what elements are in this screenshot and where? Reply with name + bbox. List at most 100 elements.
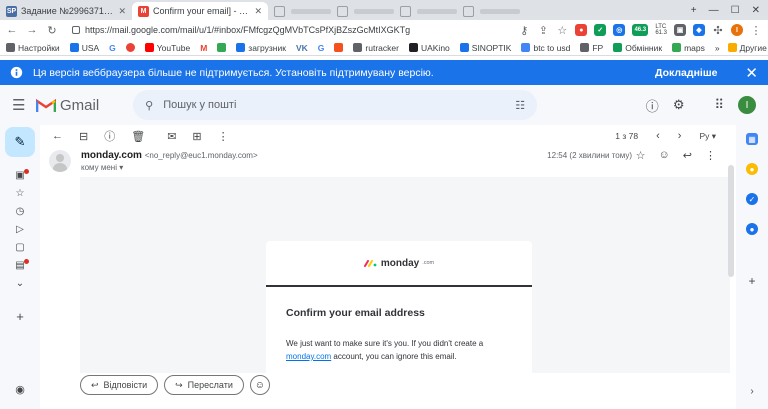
newer-chevron-icon[interactable]: ‹ xyxy=(656,130,660,142)
bookmark-item[interactable]: maps xyxy=(672,43,705,53)
more-options-icon[interactable]: ⋮ xyxy=(218,130,229,143)
bookmark-item[interactable]: Обмінник xyxy=(613,43,662,53)
star-icon[interactable]: ☆ xyxy=(636,149,646,162)
browser-tab-gmail[interactable]: M Confirm your email] - blackhole0 ✕ xyxy=(132,2,268,20)
recipient-toggle[interactable]: кому мені ▾ xyxy=(81,163,123,172)
bookmark-item[interactable]: btc to usd xyxy=(521,43,570,53)
background-tabs[interactable] xyxy=(268,2,683,20)
ltc-widget[interactable]: LTC 61.3 xyxy=(655,24,667,36)
profile-icon[interactable]: I xyxy=(731,24,743,36)
monday-link[interactable]: monday.com xyxy=(286,352,331,361)
ext-blue-icon[interactable]: ◎ xyxy=(613,24,626,36)
more-icon[interactable]: ⋮ xyxy=(705,149,716,162)
message-header: monday.com <no_reply@euc1.monday.com> ко… xyxy=(40,147,736,177)
star-icon[interactable]: ☆ xyxy=(556,24,568,37)
expand-panel-icon[interactable]: › xyxy=(746,385,758,397)
main-menu-icon[interactable]: ☰ xyxy=(12,96,26,114)
search-options-icon[interactable]: ☷ xyxy=(515,99,525,112)
ext-gray-icon[interactable]: ▣ xyxy=(674,24,686,36)
bookmark-item[interactable] xyxy=(334,43,344,52)
bookmark-item[interactable]: G xyxy=(109,43,116,53)
reply-button[interactable]: ↩ Відповісти xyxy=(80,375,159,395)
settings-gear-icon[interactable]: ⚙ xyxy=(673,97,685,113)
browser-tab-task[interactable]: SP Задание №2996371 - просмотр з ✕ xyxy=(0,2,132,20)
emoji-button[interactable]: ☺ xyxy=(249,375,270,395)
browser-menu-icon[interactable]: ⋮ xyxy=(750,24,762,37)
report-spam-icon[interactable]: ⓘ xyxy=(104,128,115,144)
puzzle-icon[interactable]: ✣ xyxy=(712,24,724,37)
tasks-icon[interactable]: ✓ xyxy=(746,193,758,205)
sent-icon[interactable]: ▷ xyxy=(13,224,27,235)
account-avatar[interactable]: I xyxy=(738,96,756,114)
archive-icon[interactable]: ⊟ xyxy=(79,130,88,143)
add-label-icon[interactable]: + xyxy=(13,309,27,324)
reply-icon[interactable]: ↩ xyxy=(683,149,692,162)
banner-close-icon[interactable]: ✕ xyxy=(745,64,758,82)
snoozed-icon[interactable]: ◷ xyxy=(13,206,27,217)
sender-name[interactable]: monday.com xyxy=(81,150,142,161)
more-chevron-down-icon[interactable]: ⌄ xyxy=(13,278,27,289)
close-tab-icon[interactable]: ✕ xyxy=(254,6,262,17)
forward-button[interactable]: ↪ Переслати xyxy=(164,375,244,395)
delete-icon[interactable]: 🗑 xyxy=(131,130,145,143)
banner-more-link[interactable]: Докладніше xyxy=(655,67,717,79)
reload-icon[interactable]: ↻ xyxy=(46,24,58,37)
minimize-icon[interactable]: — xyxy=(709,5,719,16)
bookmark-label: maps xyxy=(684,42,705,53)
back-to-inbox-icon[interactable]: ← xyxy=(52,130,63,142)
calendar-icon[interactable]: ▦ xyxy=(746,133,758,145)
bookmark-label: SINOPTIK xyxy=(471,42,512,53)
share-icon[interactable]: ⇪ xyxy=(537,24,549,37)
bookmark-item[interactable]: rutracker xyxy=(353,43,399,53)
bookmark-label: UAKino xyxy=(420,42,450,53)
search-icon[interactable]: ⚲ xyxy=(145,99,153,112)
older-chevron-icon[interactable]: › xyxy=(678,130,682,142)
bookmark-item[interactable]: M xyxy=(200,43,207,53)
ext-dark-icon[interactable]: ◆ xyxy=(693,24,705,36)
ext-badge[interactable]: 46.3 xyxy=(632,24,649,36)
gmail-logo[interactable]: Gmail xyxy=(36,97,99,114)
bookmark-item[interactable]: USA xyxy=(69,43,99,53)
contacts-icon[interactable]: ● xyxy=(746,223,758,235)
scrollbar[interactable] xyxy=(728,165,734,277)
ext-red-icon[interactable]: ● xyxy=(575,24,588,36)
info-icon xyxy=(10,66,23,79)
forward-icon[interactable]: → xyxy=(26,24,38,36)
move-to-icon[interactable]: ⊞ xyxy=(192,130,201,143)
bookmark-item[interactable]: SINOPTIK xyxy=(459,42,512,53)
bookmark-item[interactable] xyxy=(217,43,227,52)
more-bookmarks-icon[interactable]: » xyxy=(715,43,720,53)
bookmark-item[interactable]: загрузник xyxy=(236,43,286,53)
bookmark-item[interactable]: Настройки xyxy=(6,43,60,53)
keep-icon[interactable]: ● xyxy=(746,163,758,175)
back-icon[interactable]: ← xyxy=(6,24,18,36)
sender-avatar[interactable] xyxy=(49,150,71,172)
close-tab-icon[interactable]: ✕ xyxy=(118,6,126,17)
other-bookmarks[interactable]: Другие закладки xyxy=(727,43,768,53)
help-icon[interactable]: ⓘ xyxy=(646,96,659,115)
mark-unread-icon[interactable]: ✉ xyxy=(167,130,176,143)
lock-icon xyxy=(72,26,80,34)
compose-button[interactable]: ✎ xyxy=(5,127,35,157)
emoji-react-icon[interactable]: ☺ xyxy=(659,149,670,162)
key-icon[interactable]: ⚷ xyxy=(518,24,530,37)
bookmark-item[interactable]: FP xyxy=(580,43,603,53)
close-window-icon[interactable]: ✕ xyxy=(752,5,760,16)
ext-green-icon[interactable]: ✓ xyxy=(594,24,607,36)
url-field[interactable]: https://mail.google.com/mail/u/1/#inbox/… xyxy=(66,22,510,38)
bookmark-item[interactable]: UAKino xyxy=(408,42,450,53)
search-input[interactable]: ⚲ Пошук у пошті ☷ xyxy=(133,90,538,120)
starred-icon[interactable]: ☆ xyxy=(13,188,27,199)
reply-icon: ↩ xyxy=(91,379,99,390)
drafts-icon[interactable]: ▢ xyxy=(13,242,27,253)
add-addon-icon[interactable]: + xyxy=(746,274,758,288)
bookmark-item[interactable]: G xyxy=(318,43,325,53)
maximize-icon[interactable]: ☐ xyxy=(731,5,740,16)
new-tab-icon[interactable]: + xyxy=(691,5,697,16)
apps-grid-icon[interactable]: ⠿ xyxy=(714,97,724,113)
chat-status-icon[interactable]: ◉ xyxy=(13,383,27,396)
input-language-select[interactable]: Рy ▾ xyxy=(699,131,716,142)
bookmark-item[interactable]: VK xyxy=(296,43,308,53)
bookmark-item[interactable] xyxy=(125,43,135,52)
bookmark-item[interactable]: YouTube xyxy=(144,43,190,53)
